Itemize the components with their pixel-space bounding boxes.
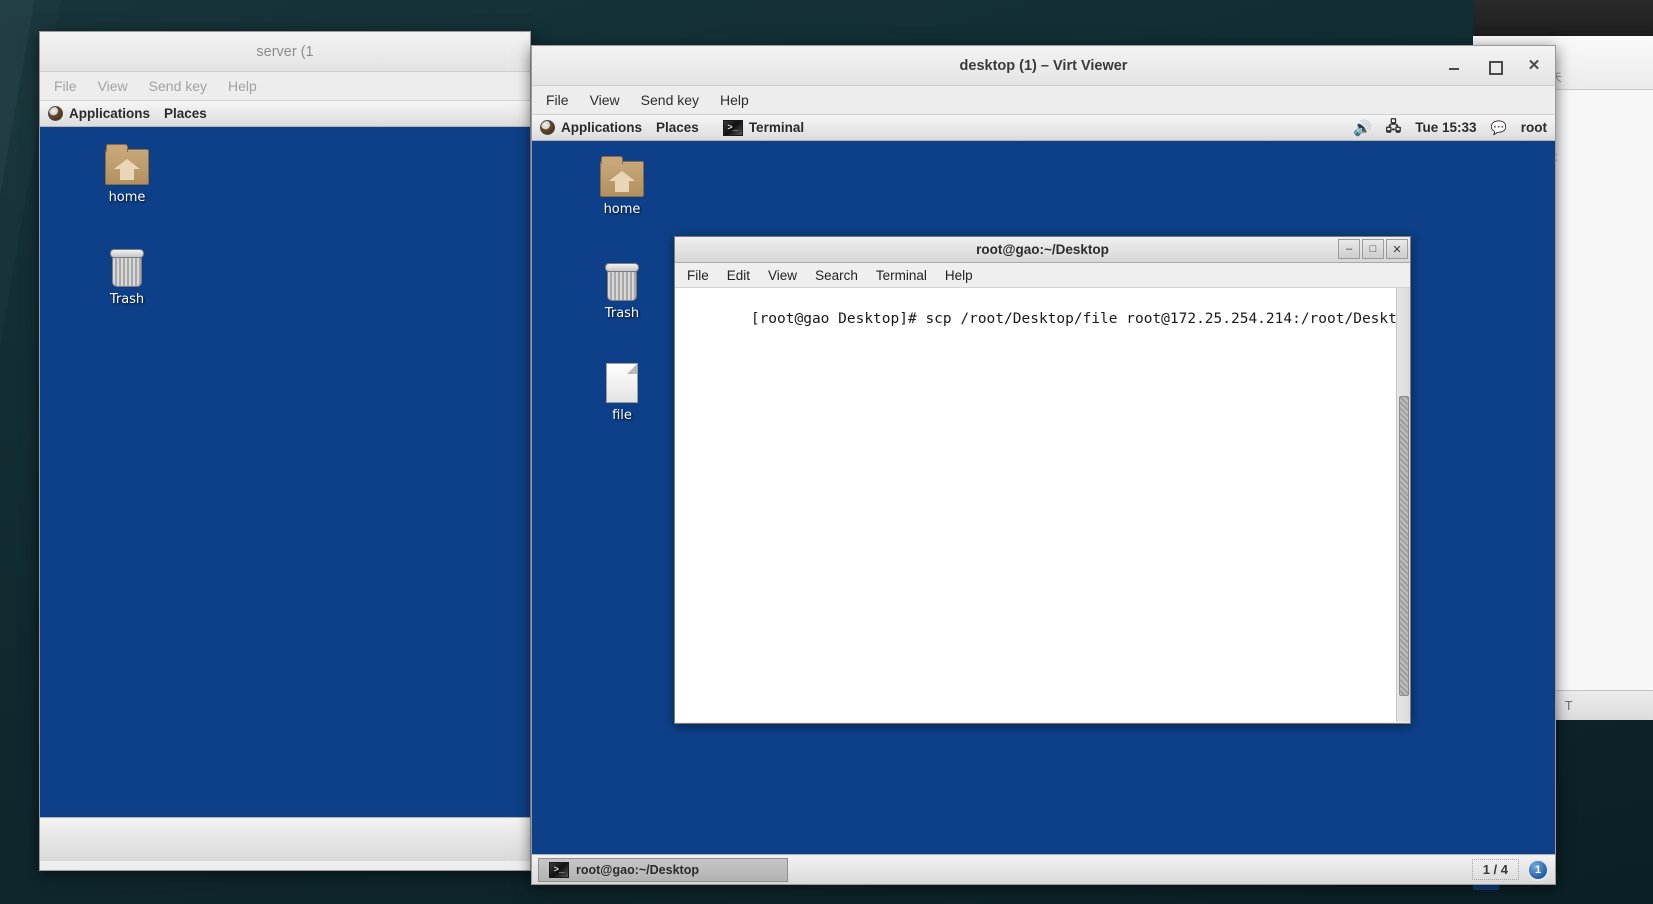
applications-globe-icon [48,106,63,121]
terminal-scrollbar[interactable] [1396,288,1410,722]
desktop-icon-home[interactable]: home [577,161,667,217]
desktop-icon-label-trash: Trash [577,306,667,321]
terminal-menu-file[interactable]: File [687,268,709,283]
desktop-menu-send-key[interactable]: Send key [641,92,699,108]
desktop-icon-label-home: home [577,202,667,217]
terminal-icon: >_ [549,862,569,878]
server-places-menu[interactable]: Places [164,106,207,121]
server-applications-label: Applications [69,106,150,121]
trash-icon [110,249,144,287]
terminal-menu-help[interactable]: Help [945,268,973,283]
terminal-output-area[interactable]: [root@gao Desktop]# scp /root/Desktop/fi… [675,288,1410,722]
desktop-applications-menu[interactable]: Applications [540,120,642,135]
desktop-window-menubar[interactable]: File View Send key Help [532,86,1555,115]
server-menu-send-key[interactable]: Send key [149,78,207,94]
workspace-switcher-count[interactable]: 1 / 4 [1472,859,1519,880]
terminal-title: root@gao:~/Desktop [976,242,1109,257]
server-virt-viewer-window[interactable]: server (1 File View Send key Help Applic… [39,31,531,871]
terminal-window-controls[interactable]: – □ ✕ [1338,239,1408,259]
server-menu-view[interactable]: View [98,78,128,94]
desktop-gnome-panel[interactable]: Applications Places >_ Terminal 🔊 🖧 Tue … [532,115,1555,141]
terminal-titlebar[interactable]: root@gao:~/Desktop – □ ✕ [675,237,1410,263]
taskbar-task-terminal[interactable]: >_ root@gao:~/Desktop [538,858,788,882]
applications-globe-icon [540,120,555,135]
terminal-prompt: [root@gao Desktop]# [751,311,926,327]
user-status-icon[interactable]: 💬 [1491,120,1507,136]
volume-icon[interactable]: 🔊 [1353,119,1372,137]
terminal-command: scp /root/Desktop/file root@172.25.254.2… [925,311,1410,327]
terminal-menu-edit[interactable]: Edit [727,268,750,283]
server-applications-menu[interactable]: Applications [48,106,150,121]
server-desktop-icon-trash[interactable]: Trash [82,249,172,307]
folder-home-icon [600,161,644,197]
desktop-window-controls[interactable]: ✕ [1447,46,1541,85]
desktop-menu-help[interactable]: Help [720,92,749,108]
desktop-applications-label: Applications [561,120,642,135]
terminal-menubar[interactable]: File Edit View Search Terminal Help [675,263,1410,288]
server-window-title: server (1 [256,44,313,60]
desktop-panel-user[interactable]: root [1521,120,1547,135]
server-window-titlebar[interactable]: server (1 [40,32,530,72]
desktop-window-titlebar[interactable]: desktop (1) – Virt Viewer ✕ [532,46,1555,86]
terminal-menu-view[interactable]: View [768,268,797,283]
desktop-window-title: desktop (1) – Virt Viewer [960,58,1128,74]
server-icon-label-trash: Trash [82,292,172,307]
right-document-status-extra: T [1565,699,1573,713]
terminal-menu-search[interactable]: Search [815,268,858,283]
terminal-scrollbar-thumb[interactable] [1399,396,1409,696]
desktop-virt-viewer-window[interactable]: desktop (1) – Virt Viewer ✕ File View Se… [531,45,1556,885]
network-disconnected-icon[interactable]: 🖧 [1386,116,1402,140]
desktop-panel-clock[interactable]: Tue 15:33 [1415,120,1476,135]
desktop-taskbar[interactable]: >_ root@gao:~/Desktop 1 / 4 1 [532,854,1555,884]
desktop-icon-trash[interactable]: Trash [577,263,667,321]
desktop-menu-file[interactable]: File [546,92,569,108]
maximize-button[interactable] [1487,59,1501,73]
server-icon-label-home: home [82,190,172,205]
terminal-menu-terminal[interactable]: Terminal [876,268,927,283]
terminal-maximize-button[interactable]: □ [1362,239,1384,259]
server-desktop-icon-home[interactable]: home [82,149,172,205]
server-guest-desktop[interactable]: home Trash [40,127,530,817]
server-gnome-panel[interactable]: Applications Places [40,101,530,127]
right-document-titlebar [1473,0,1653,36]
server-menu-file[interactable]: File [54,78,77,94]
folder-home-icon [105,149,149,185]
server-taskbar[interactable] [40,817,530,861]
terminal-icon: >_ [723,120,743,136]
server-menu-help[interactable]: Help [228,78,257,94]
taskbar-task-label: root@gao:~/Desktop [576,863,699,877]
desktop-menu-view[interactable]: View [590,92,620,108]
desktop-panel-task-terminal[interactable]: >_ Terminal [723,120,804,136]
workspace-badge[interactable]: 1 [1527,859,1549,881]
desktop-icon-file[interactable]: file [577,363,667,423]
terminal-close-button[interactable]: ✕ [1386,239,1408,259]
desktop-places-menu[interactable]: Places [656,120,699,135]
desktop-panel-task-label: Terminal [749,120,804,135]
desktop-icon-label-file: file [577,408,667,423]
close-button[interactable]: ✕ [1527,59,1541,73]
terminal-minimize-button[interactable]: – [1338,239,1360,259]
desktop-panel-status-area[interactable]: 🔊 🖧 Tue 15:33 💬 root [1353,116,1547,140]
minimize-button[interactable] [1447,59,1461,73]
server-window-menubar[interactable]: File View Send key Help [40,72,530,101]
document-icon [606,363,638,403]
trash-icon [605,263,639,301]
desktop-guest-desktop[interactable]: home Trash file root@gao:~/Desktop – □ ✕ [532,141,1555,854]
gnome-terminal-window[interactable]: root@gao:~/Desktop – □ ✕ File Edit View … [674,236,1411,724]
